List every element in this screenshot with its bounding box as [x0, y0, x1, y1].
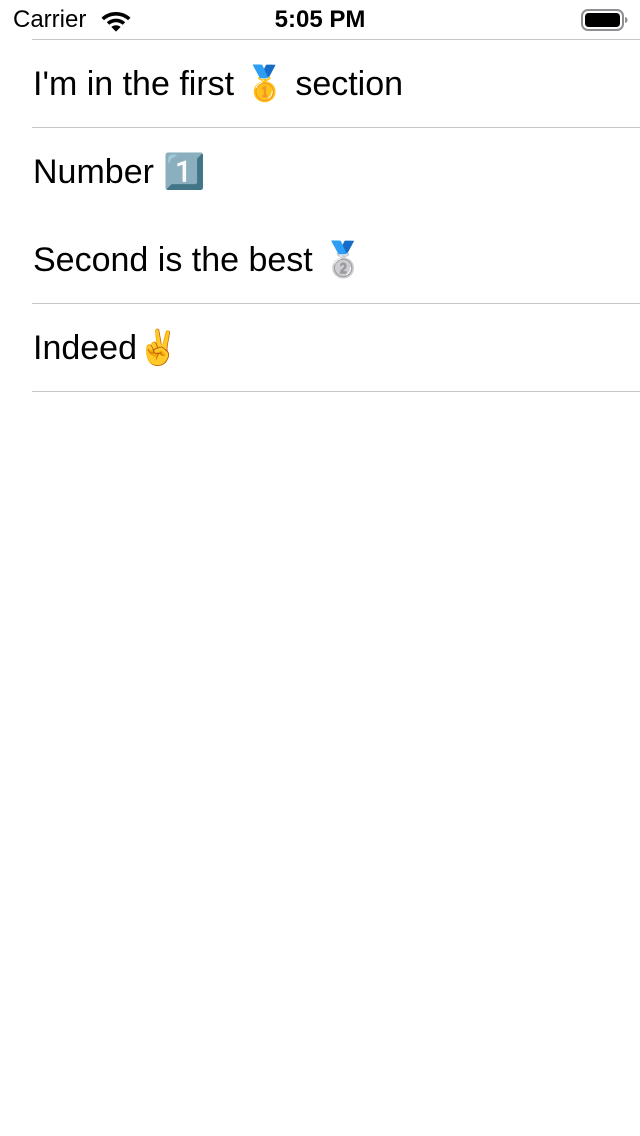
row-label: I'm in the first 🥇 section	[33, 65, 404, 103]
battery-icon	[581, 9, 628, 31]
row-label: Number 1️⃣	[33, 153, 206, 191]
clock-time: 5:05 PM	[274, 6, 366, 33]
table-row[interactable]: Indeed✌️	[0, 304, 640, 392]
row-label: Second is the best 🥈	[33, 241, 365, 279]
status-bar: Carrier 5:05 PM	[0, 0, 640, 40]
table-row[interactable]: Number 1️⃣	[0, 128, 640, 216]
table-view[interactable]: I'm in the first 🥇 section Number 1️⃣ Se…	[0, 40, 640, 392]
row-label: Indeed✌️	[33, 329, 180, 367]
table-row[interactable]: I'm in the first 🥇 section	[0, 40, 640, 128]
row-separator	[32, 391, 640, 392]
table-row[interactable]: Second is the best 🥈	[0, 216, 640, 304]
